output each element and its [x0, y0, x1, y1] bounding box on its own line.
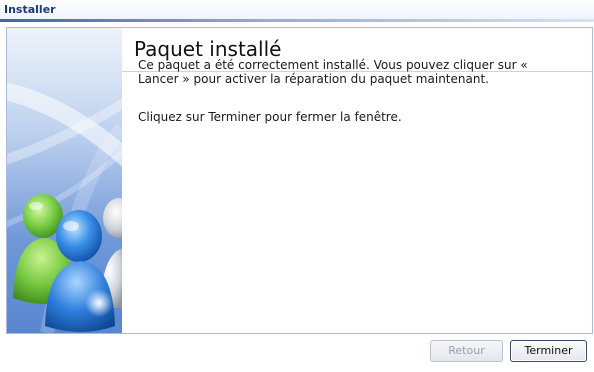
back-button[interactable]: Retour	[430, 340, 503, 362]
wizard-banner	[7, 28, 122, 333]
finish-button[interactable]: Terminer	[510, 340, 587, 362]
instruction-message: Cliquez sur Terminer pour fermer la fenê…	[138, 110, 402, 124]
page-content: Ce paquet a été correctement installé. V…	[138, 58, 568, 124]
status-message: Ce paquet a été correctement installé. V…	[138, 58, 528, 86]
window-title: Installer	[4, 3, 56, 16]
installer-window: Installer Paquet installé Ce paquet a ét…	[0, 0, 594, 372]
title-bar: Installer	[0, 0, 594, 20]
banner-graphic	[7, 28, 122, 333]
wizard-footer: Retour Terminer	[0, 336, 594, 372]
title-bar-underline	[0, 19, 594, 22]
